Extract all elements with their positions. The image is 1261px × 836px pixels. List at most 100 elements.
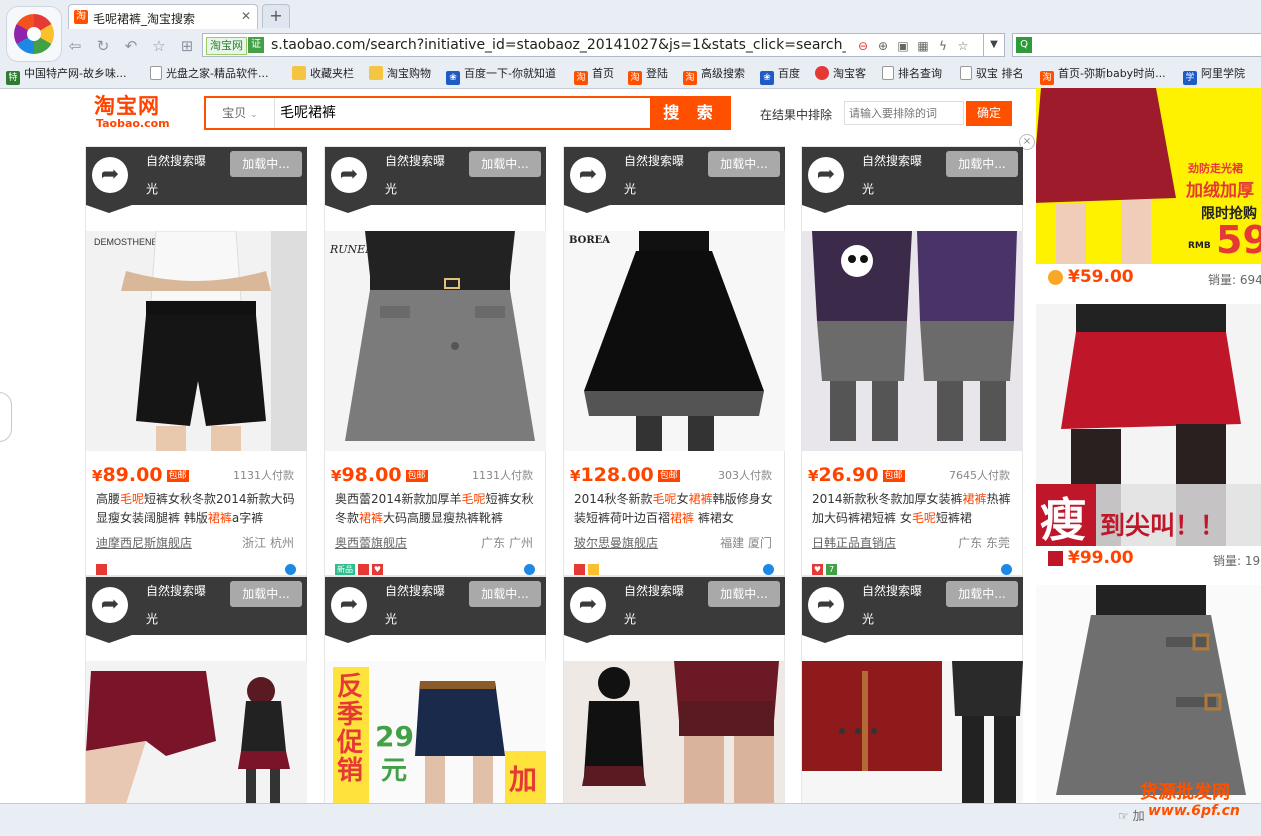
close-tab-icon[interactable]: ✕	[241, 9, 251, 23]
bookmark-item[interactable]: 淘首页-弥斯baby时尚...	[1040, 66, 1166, 85]
svg-text:DEMOSTHENES: DEMOSTHENES	[94, 237, 164, 247]
product-image[interactable]	[564, 661, 785, 804]
taobao-logo[interactable]: 淘宝网 Taobao.com	[94, 95, 184, 133]
product-card[interactable]: ➦ 自然搜索曝 光 加载中...	[85, 576, 307, 804]
address-dropdown-icon[interactable]: ▼	[983, 34, 1004, 56]
product-card[interactable]: DEMOSTHENES ➦ 自然搜索曝 光 加载中... ¥89.00 包邮 11…	[85, 146, 307, 576]
refresh-arrow-icon: ➦	[570, 587, 606, 623]
heart-icon: ♥	[372, 564, 383, 575]
bookmark-item[interactable]: ❀ 百度	[760, 66, 800, 85]
taobao-search-box: 宝贝 ⌄	[204, 96, 652, 130]
loading-button[interactable]: 加载中...	[230, 151, 302, 177]
overlay-text: 自然搜索曝	[624, 584, 685, 598]
watermark-url: www.6pf.cn	[1148, 803, 1240, 819]
product-image[interactable]	[86, 661, 307, 804]
product-card[interactable]: 反 季 促 销 29 元 加 ➦ 自然搜索曝 光 加载中...	[324, 576, 546, 804]
product-image[interactable]: BOREA	[564, 231, 785, 451]
shop-link[interactable]: 玻尔思曼旗舰店	[574, 534, 658, 551]
browser-search-box[interactable]: Q	[1012, 33, 1261, 57]
overlay-text: 光	[146, 612, 159, 626]
favorite-star-icon[interactable]: ☆	[150, 37, 168, 55]
ad-image[interactable]	[1036, 585, 1261, 803]
zoom-icon[interactable]: ⊕	[875, 38, 891, 54]
search-input[interactable]	[280, 98, 640, 128]
product-title[interactable]: 2014新款秋冬款加厚女装裤裙裤热裤加大码裤裙短裤 女毛呢短裤裙	[812, 490, 1017, 528]
url-text[interactable]: s.taobao.com/search?initiative_id=staoba…	[271, 37, 846, 53]
loading-button[interactable]: 加载中...	[469, 151, 541, 177]
wangwang-chat-icon[interactable]	[285, 564, 296, 575]
taobao-icon: 淘	[628, 71, 642, 85]
product-card[interactable]: BOREA ➦ 自然搜索曝 光 加载中... ¥128.00 包邮 303人付款 …	[563, 146, 785, 576]
ad-sold: 销量: 19	[1213, 554, 1261, 568]
bookmarks-bar: 特中国特产网-故乡味... 光盘之家-精品软件... 收藏夹栏 淘宝购物 ❀ 百度…	[0, 63, 1261, 85]
bookmark-item[interactable]: 淘首页	[574, 66, 614, 85]
browser-tab[interactable]: 淘 毛呢裙裤_淘宝搜索 ✕	[68, 4, 258, 29]
product-image[interactable]: DEMOSTHENES	[86, 231, 307, 451]
new-badge: 新品	[335, 564, 355, 575]
category-select[interactable]: 宝贝 ⌄	[206, 98, 275, 128]
speed-bolt-icon[interactable]: ϟ	[935, 38, 951, 54]
qrcode-icon[interactable]: ▦	[915, 38, 931, 54]
bookmark-item[interactable]: 收藏夹栏	[292, 66, 354, 82]
shop-link[interactable]: 奥西蕾旗舰店	[335, 534, 407, 551]
baidu-paw-icon: ❀	[446, 71, 460, 85]
shop-link[interactable]: 日韩正品直销店	[812, 534, 896, 551]
product-card[interactable]: RUNENERC ➦ 自然搜索曝 光 加载中... ¥98.00 包邮 1131人…	[324, 146, 546, 576]
bookmark-item[interactable]: 学阿里学院	[1183, 66, 1245, 85]
bookmark-item[interactable]: 淘登陆	[628, 66, 668, 85]
exclude-input[interactable]	[844, 101, 964, 125]
exposure-overlay: ➦ 自然搜索曝 光 加载中...	[802, 147, 1023, 213]
loading-button[interactable]: 加载中...	[230, 581, 302, 607]
loading-button[interactable]: 加载中...	[946, 151, 1018, 177]
loading-button[interactable]: 加载中...	[946, 581, 1018, 607]
bookmark-star-icon[interactable]: ☆	[955, 38, 971, 54]
side-panel-handle[interactable]	[0, 392, 12, 442]
wangwang-chat-icon[interactable]	[763, 564, 774, 575]
loading-button[interactable]: 加载中...	[708, 151, 780, 177]
overlay-text: 光	[862, 182, 875, 196]
refresh-icon[interactable]: ↻	[94, 37, 112, 55]
product-image[interactable]: RUNENERC	[325, 231, 546, 451]
bookmark-item[interactable]: ❀ 百度一下-你就知道	[446, 66, 556, 85]
bookmark-item[interactable]: 排名查询	[882, 66, 942, 82]
product-image[interactable]: 反 季 促 销 29 元 加	[325, 661, 546, 804]
back-icon[interactable]: ⇦	[66, 37, 84, 55]
price: ¥26.90 包邮	[808, 464, 905, 486]
shop-link[interactable]: 迪摩西尼斯旗舰店	[96, 534, 192, 551]
page-icon	[882, 66, 894, 80]
loading-button[interactable]: 加载中...	[708, 581, 780, 607]
wangwang-chat-icon[interactable]	[1001, 564, 1012, 575]
product-card[interactable]: ➦ 自然搜索曝 光 加载中...	[801, 576, 1023, 804]
block-icon[interactable]: ⊖	[855, 38, 871, 54]
product-card[interactable]: ➦ 自然搜索曝 光 加载中...	[563, 576, 785, 804]
svg-text:加: 加	[509, 763, 537, 796]
bookmark-item[interactable]: 驭宝 排名	[960, 66, 1024, 82]
bookmark-label: 阿里学院	[1201, 67, 1245, 80]
product-title[interactable]: 奥西蕾2014新款加厚羊毛呢短裤女秋冬款裙裤大码高腰显瘦热裤靴裤	[335, 490, 540, 528]
bookmark-item[interactable]: 特中国特产网-故乡味...	[6, 66, 126, 85]
apps-grid-icon[interactable]: ⊞	[178, 37, 196, 55]
bookmark-item[interactable]: 淘宝购物	[369, 66, 431, 82]
browser-logo-icon[interactable]	[6, 6, 62, 62]
bookmark-item[interactable]: 光盘之家-精品软件...	[150, 66, 268, 82]
wangwang-chat-icon[interactable]	[524, 564, 535, 575]
ad-image[interactable]: 瘦 到尖叫！！	[1036, 304, 1261, 546]
ad-image[interactable]: 劲防走光裙 加绒加厚 限时抢购 RMB 59	[1036, 88, 1261, 264]
product-title[interactable]: 2014秋冬新款毛呢女裙裤韩版修身女装短裤荷叶边百褶裙裤 裤裙女	[574, 490, 779, 528]
search-button[interactable]: 搜 索	[651, 96, 731, 130]
product-title[interactable]: 高腰毛呢短裤女秋冬款2014新款大码显瘦女装阔腿裤 韩版裙裤a字裤	[96, 490, 301, 528]
category-label: 宝贝	[222, 106, 247, 120]
product-image[interactable]	[802, 661, 1023, 804]
product-card[interactable]: ➦ 自然搜索曝 光 加载中... ¥26.90 包邮 7645人付款 2014新款…	[801, 146, 1023, 576]
loading-button[interactable]: 加载中...	[469, 581, 541, 607]
bookmark-item[interactable]: 淘高级搜索	[683, 66, 745, 85]
svg-text:29: 29	[375, 720, 414, 753]
product-image[interactable]	[802, 231, 1023, 451]
address-bar[interactable]: 淘宝网 证 s.taobao.com/search?initiative_id=…	[202, 33, 1005, 57]
location: 浙江 杭州	[242, 536, 294, 550]
screenshot-icon[interactable]: ▣	[895, 38, 911, 54]
new-tab-button[interactable]: +	[262, 4, 290, 28]
bookmark-item[interactable]: 淘宝客	[815, 66, 866, 82]
confirm-button[interactable]: 确定	[966, 101, 1012, 126]
undo-close-icon[interactable]: ↶	[122, 37, 140, 55]
